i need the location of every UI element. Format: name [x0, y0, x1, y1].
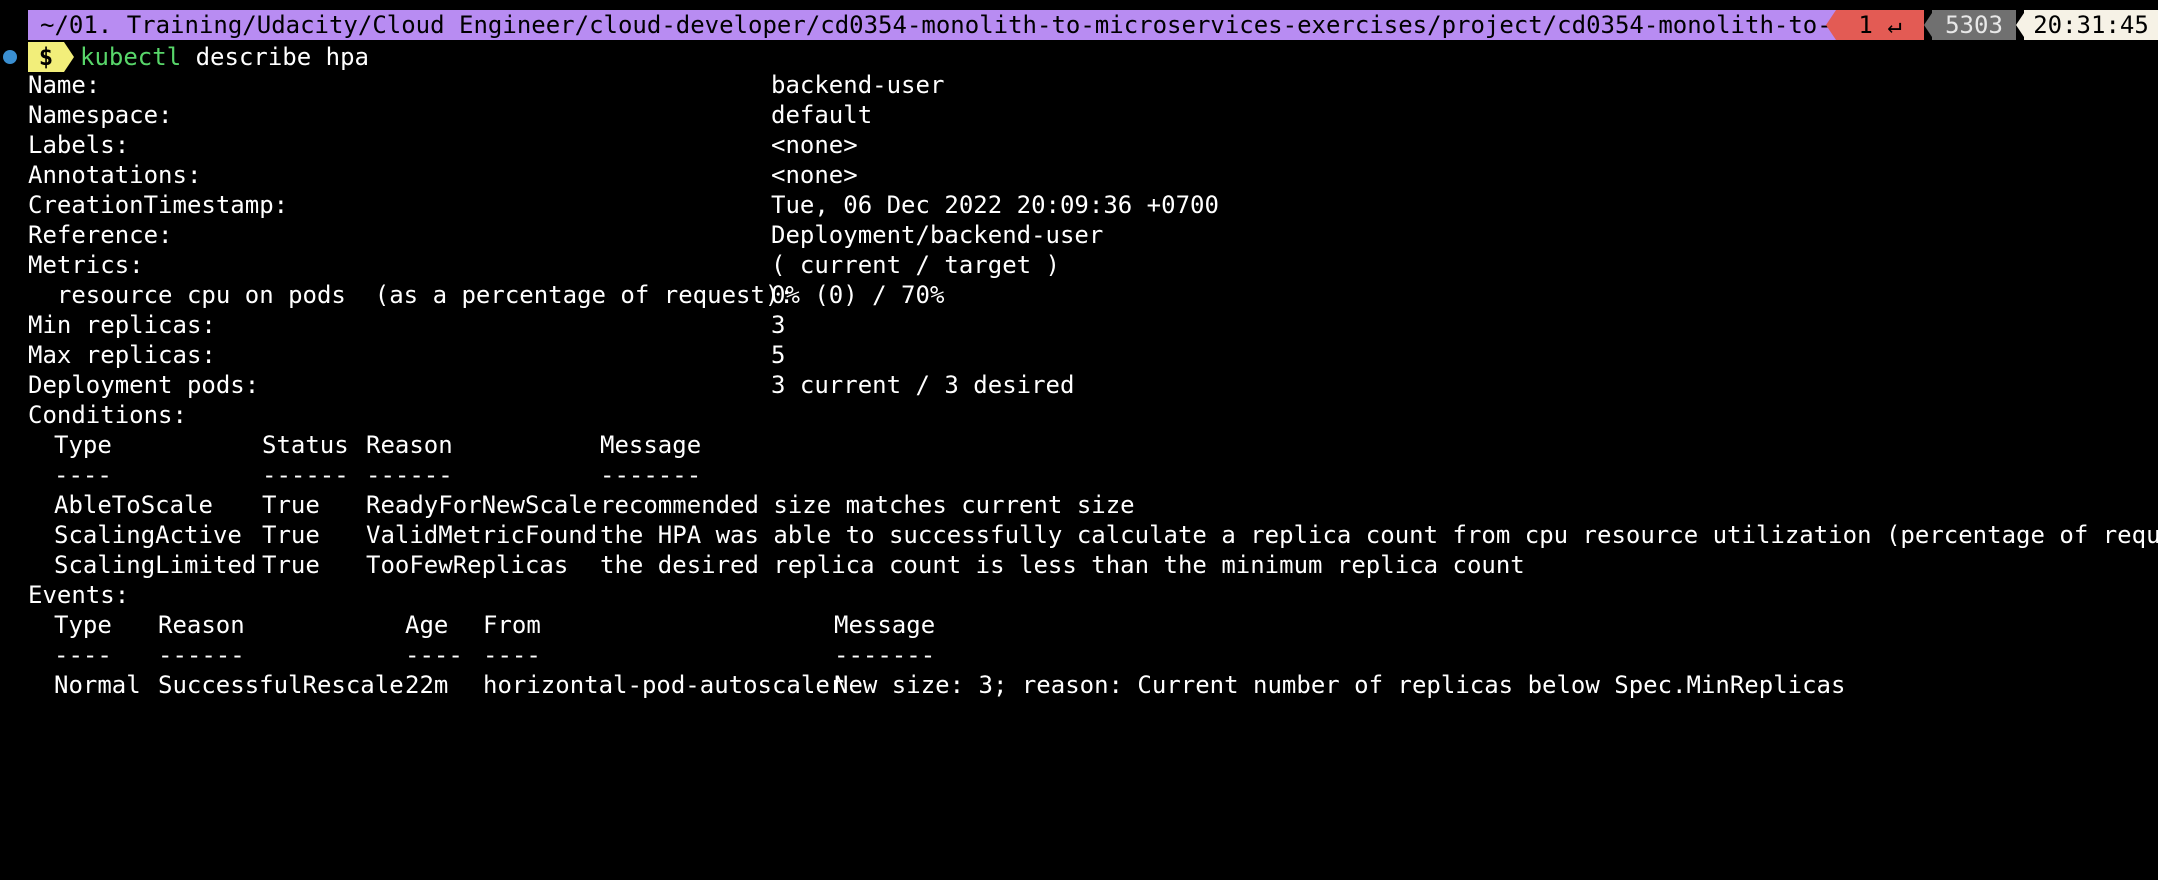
column-header: Message: [600, 431, 702, 459]
events-header-row: Type Reason Age From Message: [28, 610, 935, 640]
column-divider: ----: [54, 461, 112, 489]
column-header: Type: [54, 431, 112, 459]
detail-row: resource cpu on pods (as a percentage of…: [28, 280, 945, 310]
condition-type: ScalingActive: [54, 521, 242, 549]
detail-row: Reference: Deployment/backend-user: [28, 220, 1103, 250]
conditions-divider-row: ---- ------ ------ -------: [28, 460, 701, 490]
conditions-label: Conditions:: [28, 401, 187, 429]
condition-status: True: [262, 491, 320, 519]
prompt-arrow-icon: [64, 42, 74, 72]
column-divider: ----: [405, 641, 463, 669]
column-header: Age: [405, 611, 449, 639]
detail-value: <none>: [771, 131, 858, 159]
detail-value: <none>: [771, 161, 858, 189]
condition-status: True: [262, 521, 320, 549]
condition-type: AbleToScale: [54, 491, 213, 519]
segment-separator: [1826, 10, 1836, 40]
table-row: ScalingLimited True TooFewReplicas the d…: [28, 550, 1525, 580]
event-reason: SuccessfulRescale: [158, 671, 404, 699]
condition-reason: TooFewReplicas: [366, 551, 569, 579]
column-divider: ------: [366, 461, 453, 489]
column-divider: ------: [158, 641, 245, 669]
detail-key: CreationTimestamp:: [28, 191, 289, 219]
detail-key: Namespace:: [28, 101, 173, 129]
column-header: Reason: [158, 611, 245, 639]
column-divider: -------: [600, 461, 702, 489]
condition-reason: ReadyForNewScale: [366, 491, 598, 519]
column-header: From: [483, 611, 541, 639]
condition-message: recommended size matches current size: [600, 491, 1135, 519]
column-divider: ----: [483, 641, 541, 669]
command-args: describe hpa: [181, 43, 369, 71]
detail-value: default: [771, 101, 873, 129]
table-row: Normal SuccessfulRescale 22m horizontal-…: [28, 670, 1845, 700]
events-label: Events:: [28, 581, 130, 609]
detail-row: Min replicas: 3: [28, 310, 785, 340]
column-divider: -------: [834, 641, 936, 669]
detail-row: Metrics: ( current / target ): [28, 250, 1060, 280]
condition-type: ScalingLimited: [54, 551, 257, 579]
detail-row: Annotations: <none>: [28, 160, 858, 190]
detail-key: Name:: [28, 71, 101, 99]
detail-value: ( current / target ): [771, 251, 1060, 279]
detail-value: 3 current / 3 desired: [771, 371, 1075, 399]
detail-row: Namespace: default: [28, 100, 872, 130]
prompt-marker-dot-icon: [3, 50, 17, 64]
detail-key: Metrics:: [28, 251, 144, 279]
table-row: ScalingActive True ValidMetricFound the …: [28, 520, 2158, 550]
detail-value: 0% (0) / 70%: [771, 281, 945, 309]
detail-key: Annotations:: [28, 161, 202, 189]
detail-value: 5: [771, 341, 786, 369]
table-row: AbleToScale True ReadyForNewScale recomm…: [28, 490, 1135, 520]
detail-row: Name: backend-user: [28, 70, 944, 100]
event-age: 22m: [405, 671, 449, 699]
detail-key: Deployment pods:: [28, 371, 260, 399]
column-header: Status: [262, 431, 349, 459]
terminal-window[interactable]: ~/01. Training/Udacity/Cloud Engineer/cl…: [0, 0, 2158, 716]
detail-value: Deployment/backend-user: [771, 221, 1104, 249]
detail-value: Tue, 06 Dec 2022 20:09:36 +0700: [771, 191, 1219, 219]
command-name: kubectl: [80, 43, 182, 71]
condition-message: the desired replica count is less than t…: [600, 551, 1525, 579]
detail-value: 3: [771, 311, 786, 339]
condition-reason: ValidMetricFound: [366, 521, 598, 549]
prompt-symbol: $: [28, 42, 64, 72]
detail-key: resource cpu on pods (as a percentage of…: [28, 281, 794, 309]
detail-key: Reference:: [28, 221, 173, 249]
detail-key: Min replicas:: [28, 311, 216, 339]
detail-value: backend-user: [771, 71, 945, 99]
prompt-path: ~/01. Training/Udacity/Cloud Engineer/cl…: [28, 10, 1836, 40]
column-divider: ----: [54, 641, 112, 669]
detail-row: Max replicas: 5: [28, 340, 785, 370]
condition-message: the HPA was able to successfully calcula…: [600, 521, 2158, 549]
detail-row: Deployment pods: 3 current / 3 desired: [28, 370, 1074, 400]
detail-row: CreationTimestamp: Tue, 06 Dec 2022 20:09…: [28, 190, 1219, 220]
column-header: Message: [834, 611, 936, 639]
event-type: Normal: [54, 671, 141, 699]
detail-key: Labels:: [28, 131, 130, 159]
exit-code-badge: 1 ↵: [1836, 10, 1924, 40]
column-divider: ------: [262, 461, 349, 489]
column-header: Type: [54, 611, 112, 639]
condition-status: True: [262, 551, 320, 579]
conditions-header-row: Type Status Reason Message: [28, 430, 701, 460]
event-from: horizontal-pod-autoscaler: [483, 671, 845, 699]
events-divider-row: ---- ------ ---- ---- -------: [28, 640, 935, 670]
detail-row: Labels: <none>: [28, 130, 858, 160]
command-line[interactable]: kubectl describe hpa: [80, 42, 369, 72]
event-message: New size: 3; reason: Current number of r…: [834, 671, 1846, 699]
prompt-time: 20:31:45: [2024, 10, 2158, 40]
history-number: 5303: [1932, 10, 2016, 40]
detail-key: Max replicas:: [28, 341, 216, 369]
column-header: Reason: [366, 431, 453, 459]
